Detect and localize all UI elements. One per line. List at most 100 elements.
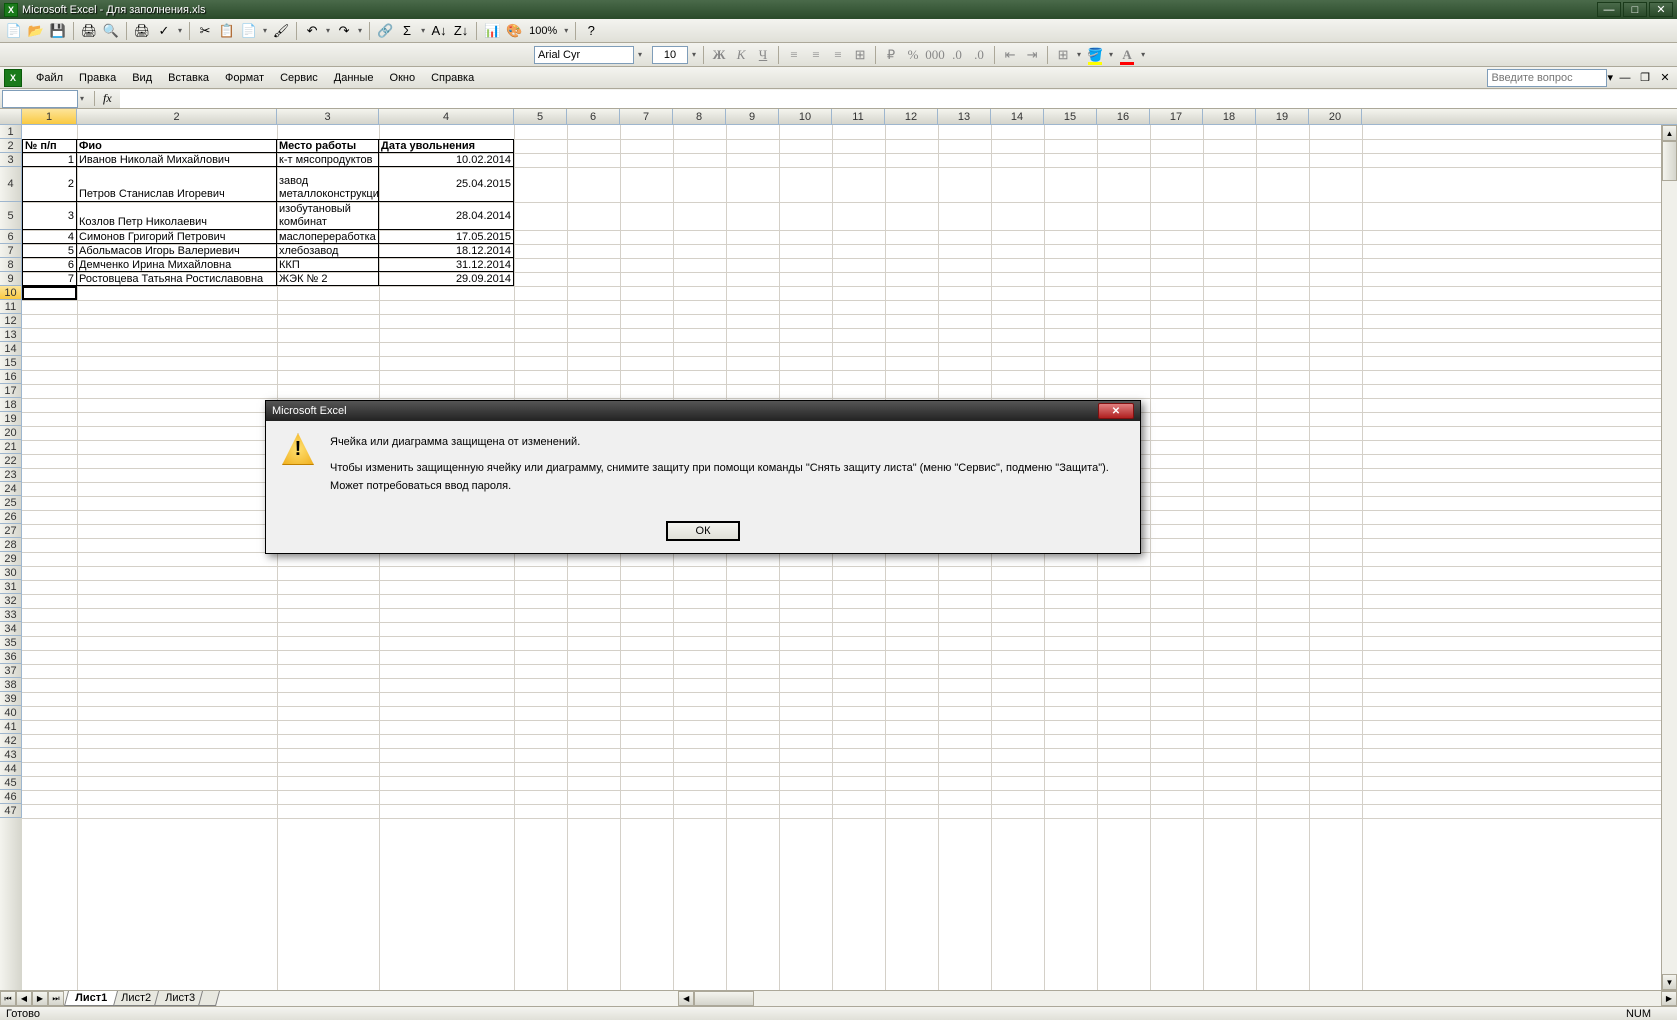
cell[interactable]: Иванов Николай Михайлович [77, 153, 277, 167]
maximize-button[interactable]: □ [1623, 2, 1647, 17]
percent-icon[interactable]: % [903, 45, 923, 65]
autosum-icon[interactable]: Σ [397, 21, 417, 41]
row-header[interactable]: 1 [0, 125, 22, 139]
ok-button[interactable]: ОК [666, 521, 740, 541]
cells-area[interactable]: № п/пФиоМесто работыДата увольнения1Иван… [22, 125, 1677, 990]
increase-decimal-icon[interactable]: .0 [947, 45, 967, 65]
excel-icon[interactable]: X [4, 69, 22, 87]
row-header[interactable]: 3 [0, 153, 22, 167]
font-size-select[interactable] [652, 46, 688, 64]
row-header[interactable]: 43 [0, 748, 22, 762]
cell[interactable]: Абольмасов Игорь Валериевич [77, 244, 277, 258]
row-header[interactable]: 24 [0, 482, 22, 496]
dropdown-icon[interactable]: ▾ [261, 26, 269, 35]
cell[interactable]: 2 [22, 167, 77, 202]
row-header[interactable]: 45 [0, 776, 22, 790]
dropdown-icon[interactable]: ▾ [1075, 50, 1083, 59]
row-header[interactable]: 33 [0, 608, 22, 622]
menu-edit[interactable]: Правка [71, 69, 124, 87]
dropdown-icon[interactable]: ▾ [419, 26, 427, 35]
sort-asc-icon[interactable]: A↓ [429, 21, 449, 41]
spelling-icon[interactable]: ✓ [154, 21, 174, 41]
row-header[interactable]: 13 [0, 328, 22, 342]
cell[interactable]: хлебозавод [277, 244, 379, 258]
italic-icon[interactable]: К [731, 45, 751, 65]
scroll-left-icon[interactable]: ◀ [678, 991, 694, 1006]
cell[interactable]: изобутановый комбинат [277, 202, 379, 230]
save-icon[interactable]: 💾 [48, 21, 68, 41]
help-icon[interactable]: ? [581, 21, 601, 41]
row-header[interactable]: 7 [0, 244, 22, 258]
dropdown-icon[interactable]: ▾ [324, 26, 332, 35]
cell[interactable]: Симонов Григорий Петрович [77, 230, 277, 244]
dropdown-icon[interactable]: ▾ [1107, 50, 1115, 59]
cell[interactable]: 28.04.2014 [379, 202, 514, 230]
row-header[interactable]: 26 [0, 510, 22, 524]
new-file-icon[interactable]: 📄 [4, 21, 24, 41]
cell[interactable]: 17.05.2015 [379, 230, 514, 244]
row-header[interactable]: 20 [0, 426, 22, 440]
row-header[interactable]: 8 [0, 258, 22, 272]
comma-icon[interactable]: 000 [925, 45, 945, 65]
dialog-close-button[interactable]: ✕ [1098, 403, 1134, 419]
row-header[interactable]: 41 [0, 720, 22, 734]
cut-icon[interactable]: ✂ [195, 21, 215, 41]
decrease-indent-icon[interactable]: ⇤ [1000, 45, 1020, 65]
column-header[interactable]: 6 [567, 109, 620, 124]
row-header[interactable]: 28 [0, 538, 22, 552]
paste-icon[interactable]: 📄 [239, 21, 259, 41]
undo-icon[interactable]: ↶ [302, 21, 322, 41]
row-header[interactable]: 23 [0, 468, 22, 482]
print2-icon[interactable]: 🖨 [132, 21, 152, 41]
row-header[interactable]: 2 [0, 139, 22, 153]
row-header[interactable]: 27 [0, 524, 22, 538]
restore-window-icon[interactable]: — [1617, 70, 1633, 86]
column-header[interactable]: 15 [1044, 109, 1097, 124]
close-document-icon[interactable]: ✕ [1657, 70, 1673, 86]
align-right-icon[interactable]: ≡ [828, 45, 848, 65]
dialog-titlebar[interactable]: Microsoft Excel ✕ [266, 401, 1140, 421]
fill-color-icon[interactable]: 🪣 [1085, 45, 1105, 65]
row-header[interactable]: 30 [0, 566, 22, 580]
cell[interactable] [22, 286, 77, 300]
row-header[interactable]: 10 [0, 286, 22, 300]
row-header[interactable]: 44 [0, 762, 22, 776]
decrease-decimal-icon[interactable]: .0 [969, 45, 989, 65]
cell[interactable]: Петров Станислав Игоревич [77, 167, 277, 202]
select-all-corner[interactable] [0, 109, 22, 124]
menu-insert[interactable]: Вставка [160, 69, 217, 87]
cell[interactable]: 4 [22, 230, 77, 244]
menu-help[interactable]: Справка [423, 69, 482, 87]
next-sheet-icon[interactable]: ▶ [32, 991, 48, 1006]
increase-indent-icon[interactable]: ⇥ [1022, 45, 1042, 65]
column-header[interactable]: 2 [77, 109, 277, 124]
row-header[interactable]: 47 [0, 804, 22, 818]
column-header[interactable]: 12 [885, 109, 938, 124]
align-center-icon[interactable]: ≡ [806, 45, 826, 65]
format-painter-icon[interactable]: 🖌 [271, 21, 291, 41]
column-header[interactable]: 9 [726, 109, 779, 124]
close-button[interactable]: ✕ [1649, 2, 1673, 17]
dropdown-icon[interactable]: ▾ [356, 26, 364, 35]
scroll-thumb[interactable] [694, 991, 754, 1006]
row-header[interactable]: 25 [0, 496, 22, 510]
row-header[interactable]: 21 [0, 440, 22, 454]
column-header[interactable]: 11 [832, 109, 885, 124]
column-header[interactable]: 18 [1203, 109, 1256, 124]
row-header[interactable]: 34 [0, 622, 22, 636]
scroll-down-icon[interactable]: ▼ [1662, 974, 1677, 990]
cell[interactable]: маслопереработка [277, 230, 379, 244]
column-header[interactable]: 10 [779, 109, 832, 124]
dropdown-icon[interactable]: ▾ [1607, 71, 1613, 84]
row-header[interactable]: 46 [0, 790, 22, 804]
menu-tools[interactable]: Сервис [272, 69, 326, 87]
copy-icon[interactable]: 📋 [217, 21, 237, 41]
scroll-thumb[interactable] [1662, 141, 1677, 181]
column-header[interactable]: 7 [620, 109, 673, 124]
cell[interactable]: 29.09.2014 [379, 272, 514, 286]
font-color-icon[interactable]: A [1117, 45, 1137, 65]
cell[interactable]: завод металлоконструкций [277, 167, 379, 202]
cell[interactable]: ЖЭК № 2 [277, 272, 379, 286]
zoom-value[interactable]: 100% [526, 25, 560, 37]
hyperlink-icon[interactable]: 🔗 [375, 21, 395, 41]
